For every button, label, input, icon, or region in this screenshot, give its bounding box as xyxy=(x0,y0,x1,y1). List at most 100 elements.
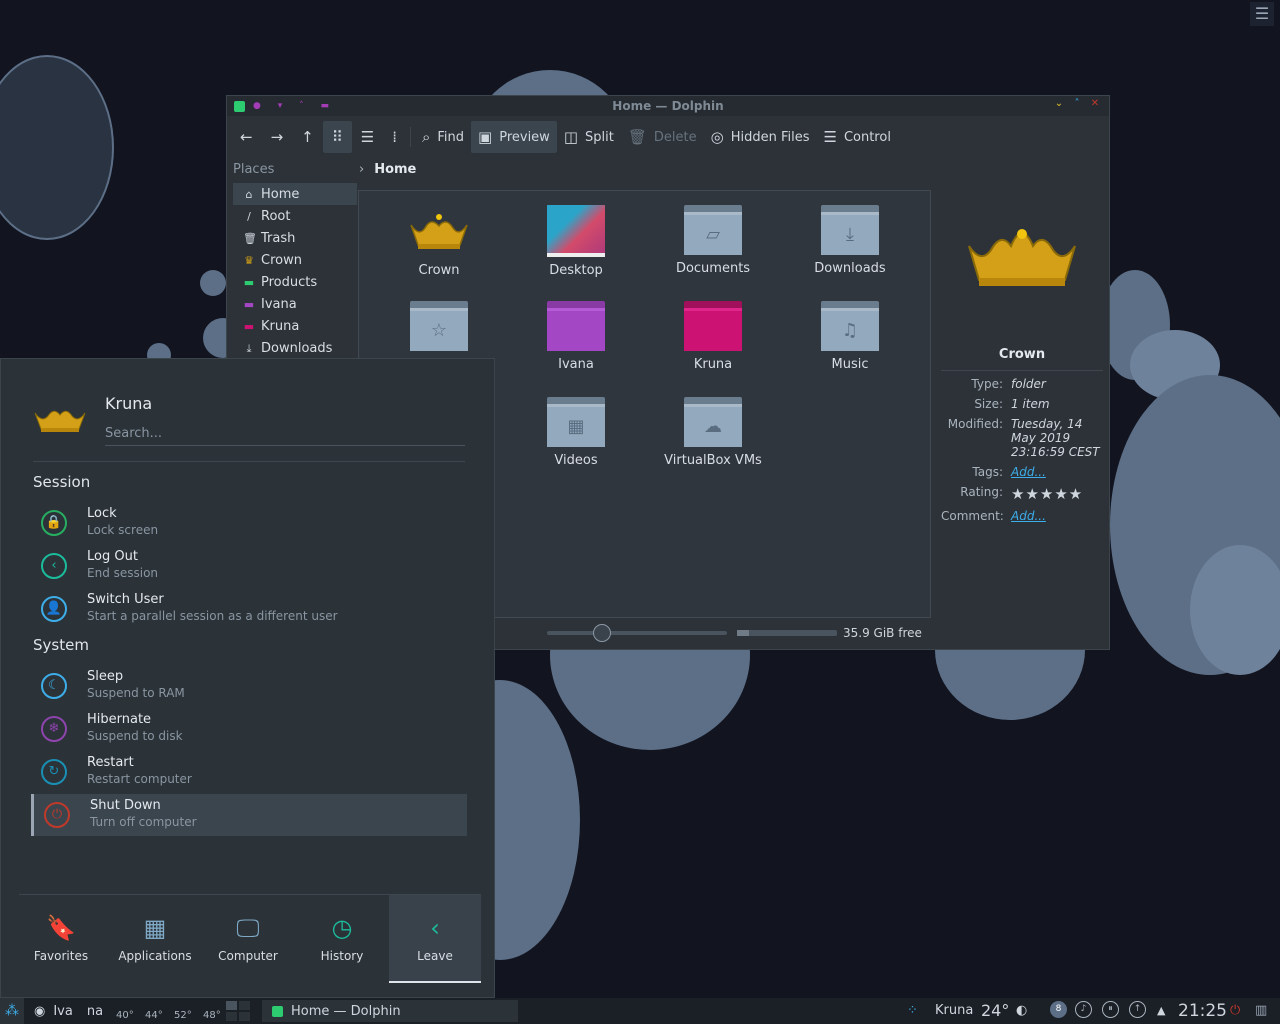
launcher-tab-label: Leave xyxy=(417,949,453,963)
folder-icon: ⤓ xyxy=(821,205,879,255)
media-player-icon[interactable]: ♪ xyxy=(1075,1001,1092,1018)
action-log-out[interactable]: ‹ Log Out End session xyxy=(31,545,467,587)
zoom-slider-handle[interactable] xyxy=(592,624,611,642)
info-rating-stars[interactable]: ★★★★★ xyxy=(1011,485,1103,503)
status-bar: 35.9 GiB free xyxy=(547,624,922,642)
hibernate-icon: ❄ xyxy=(41,716,67,742)
action-switch-user[interactable]: 👤 Switch User Start a parallel session as … xyxy=(31,588,467,630)
breadcrumb-home[interactable]: Home xyxy=(374,162,416,177)
launcher-tab-leave[interactable]: ‹ Leave xyxy=(389,895,481,983)
hamburger-menu-icon: ☰ xyxy=(823,128,837,146)
control-button[interactable]: ☰ Control xyxy=(816,121,897,153)
action-title: Hibernate xyxy=(87,712,152,727)
place-item-kruna[interactable]: ▬ Kruna xyxy=(233,315,357,337)
file-item[interactable]: Crown xyxy=(379,205,499,278)
file-name: Music xyxy=(831,357,869,372)
notification-count-badge[interactable]: 8 xyxy=(1050,1001,1067,1018)
action-shut-down[interactable]: ⏻ Shut Down Turn off computer xyxy=(31,794,467,836)
user-avatar[interactable] xyxy=(33,399,87,435)
split-button[interactable]: ◫ Split xyxy=(557,121,621,153)
file-item[interactable]: ♫ Music xyxy=(790,301,910,372)
activity-label[interactable]: Iva xyxy=(53,1004,73,1019)
close-button[interactable]: ✕ xyxy=(1089,98,1101,109)
place-item-label: Crown xyxy=(261,252,302,268)
file-item[interactable]: ⤓ Downloads xyxy=(790,205,910,276)
back-button[interactable]: ← xyxy=(231,121,262,153)
file-item[interactable]: ☆ xyxy=(379,301,499,357)
find-button[interactable]: ⌕ Find xyxy=(415,121,471,153)
icons-view-button[interactable]: ⠿ xyxy=(322,121,352,153)
breadcrumb-chevron-icon[interactable]: › xyxy=(359,162,364,177)
action-lock[interactable]: 🔒 Lock Lock screen xyxy=(31,502,467,544)
preview-button[interactable]: ▣ Preview xyxy=(471,121,557,153)
launcher-tab-computer[interactable]: 🖵 Computer xyxy=(202,895,294,983)
info-size-value: 1 item xyxy=(1011,397,1050,411)
night-color-icon[interactable]: ◐ xyxy=(1016,1001,1027,1021)
zoom-slider[interactable] xyxy=(547,624,727,642)
maximize-button[interactable]: ˄ xyxy=(1071,98,1083,109)
pager-icon[interactable] xyxy=(226,1001,250,1021)
start-menu-button[interactable]: ⁂ xyxy=(0,998,24,1024)
place-item-crown[interactable]: ♛ Crown xyxy=(233,249,357,271)
weather-city[interactable]: Kruna xyxy=(935,1001,973,1021)
grid-view-icon: ⠿ xyxy=(331,128,343,146)
info-comment-add-link[interactable]: Add... xyxy=(1011,509,1103,523)
folder-icon: ☁ xyxy=(684,397,742,447)
file-item[interactable]: Desktop xyxy=(516,205,636,278)
action-sleep[interactable]: ☾ Sleep Suspend to RAM xyxy=(31,665,467,707)
leave-icon: ‹ xyxy=(430,914,440,942)
desktop-menu-icon[interactable]: ☰ xyxy=(1250,2,1274,26)
cpu-temp-4: 48° xyxy=(203,1010,221,1021)
minimize-button[interactable]: ⌄ xyxy=(1053,98,1065,109)
power-icon[interactable]: ⏻ xyxy=(1230,1001,1240,1021)
launcher-tab-applications[interactable]: ▦ Applications xyxy=(109,895,201,983)
title-bar[interactable]: ● ▾ ˄ ▬ Home — Dolphin ⌄ ˄ ✕ xyxy=(227,96,1109,116)
file-item[interactable]: Ivana xyxy=(516,301,636,372)
file-item[interactable]: Kruna xyxy=(653,301,773,372)
folder-icon: ♫ xyxy=(821,301,879,351)
desktop-preview-icon xyxy=(547,205,605,257)
action-restart[interactable]: ↻ Restart Restart computer xyxy=(31,751,467,793)
info-tags-add-link[interactable]: Add... xyxy=(1011,465,1103,479)
launcher-search-input[interactable] xyxy=(105,421,465,446)
pause-icon[interactable]: ⏸ xyxy=(1102,1001,1119,1018)
delete-button[interactable]: 🗑 Delete xyxy=(621,121,704,153)
place-item-ivana[interactable]: ▬ Ivana xyxy=(233,293,357,315)
place-item-downloads[interactable]: ⤓ Downloads xyxy=(233,337,357,359)
split-label: Split xyxy=(585,129,614,145)
history-icon: ◷ xyxy=(331,914,353,942)
weather-temp[interactable]: 24° xyxy=(981,1001,1009,1021)
activity-icon[interactable]: ◉ xyxy=(34,1004,45,1019)
forward-button[interactable]: → xyxy=(262,121,293,153)
clock[interactable]: 21:25 xyxy=(1178,1001,1227,1021)
tray-expand-icon[interactable]: ▲ xyxy=(1157,1001,1165,1021)
launcher-tab-history[interactable]: ◷ History xyxy=(296,895,388,983)
place-crown-icon: ♛ xyxy=(244,253,254,267)
up-button[interactable]: ↑ xyxy=(292,121,323,153)
action-hibernate[interactable]: ❄ Hibernate Suspend to disk xyxy=(31,708,467,750)
cpu-temp-1: 40° xyxy=(116,1010,134,1021)
file-item[interactable]: ▦ Videos xyxy=(516,397,636,468)
place-item-home[interactable]: ⌂ Home xyxy=(233,183,357,205)
place-item-root[interactable]: / Root xyxy=(233,205,357,227)
crown-icon xyxy=(410,214,468,249)
cpu-temp-3: 52° xyxy=(174,1010,192,1021)
folder-icon: ☆ xyxy=(410,301,468,351)
details-view-button[interactable]: ☰ xyxy=(352,121,383,153)
panel-settings-icon[interactable]: ▥ xyxy=(1255,1001,1267,1021)
place-home-icon: ⌂ xyxy=(245,187,253,201)
weather-icon[interactable]: ⁘ xyxy=(907,1001,918,1021)
file-item[interactable]: ▱ Documents xyxy=(653,205,773,276)
place-kruna-icon: ▬ xyxy=(243,319,255,333)
task-dolphin[interactable]: Home — Dolphin xyxy=(262,1000,518,1022)
hidden-files-button[interactable]: ◎ Hidden Files xyxy=(704,121,817,153)
place-item-trash[interactable]: 🗑 Trash xyxy=(233,227,357,249)
search-icon: ⌕ xyxy=(421,128,431,146)
compact-view-button[interactable]: ⁞ xyxy=(383,121,406,153)
updates-icon[interactable]: ↑ xyxy=(1129,1001,1146,1018)
place-item-products[interactable]: ▬ Products xyxy=(233,271,357,293)
file-item[interactable]: ☁ VirtualBox VMs xyxy=(653,397,773,468)
trash-icon: 🗑 xyxy=(627,128,647,146)
launcher-tab-favorites[interactable]: 🔖 Favorites xyxy=(15,895,107,983)
activity-label-2[interactable]: na xyxy=(87,1004,103,1019)
